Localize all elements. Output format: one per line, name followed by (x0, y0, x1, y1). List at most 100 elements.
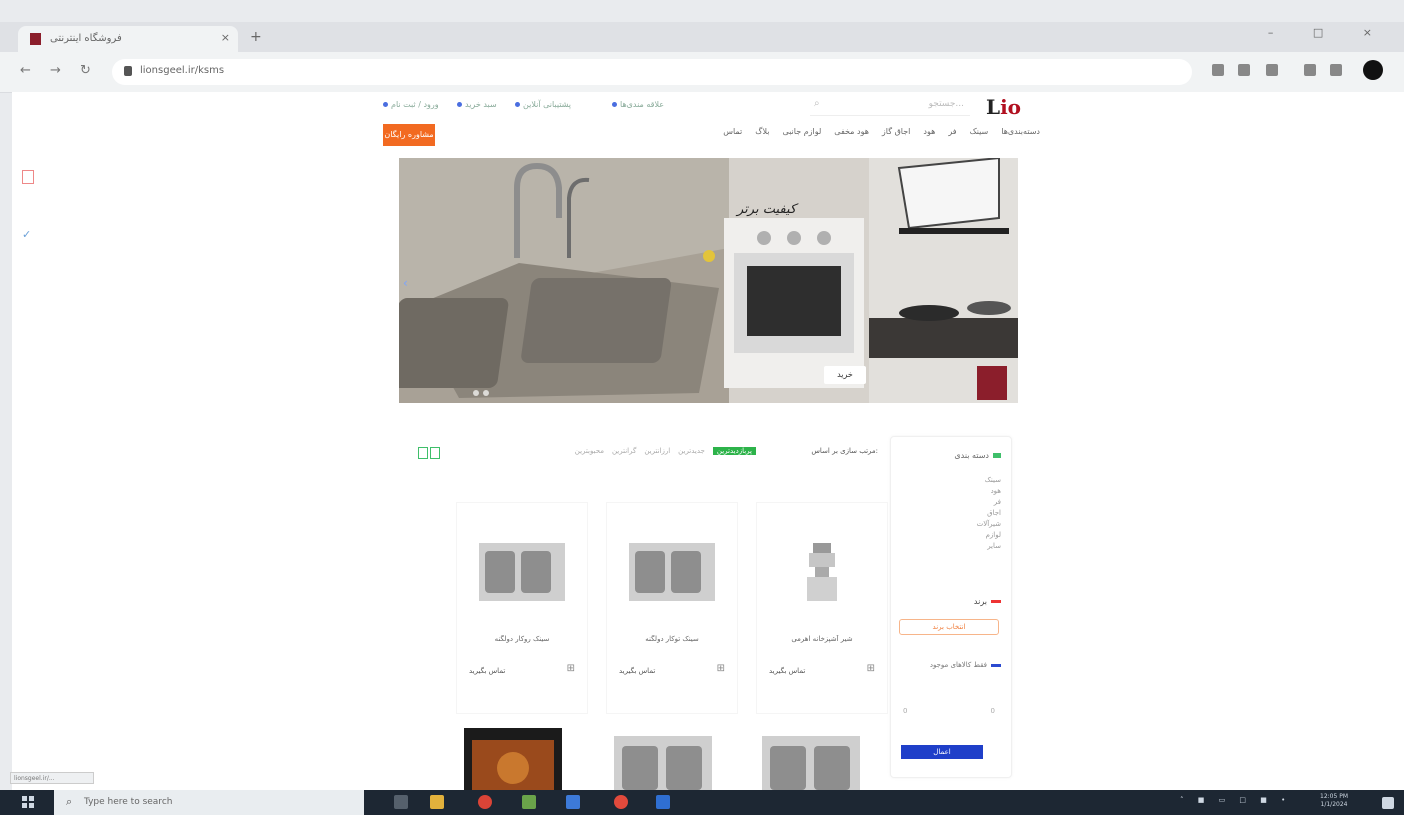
availability-toggle[interactable]: فقط کالاهای موجود (930, 661, 1001, 669)
add-to-cart-icon[interactable]: ⊞ (867, 663, 875, 674)
filter-title: دسته بندی (954, 451, 1001, 460)
sort-label: مرتب سازی بر اساس: (811, 447, 878, 455)
clock-time: 12:05 PM (1320, 793, 1348, 800)
search-icon: ⌕ (814, 98, 820, 109)
range-min[interactable]: 0 (903, 707, 907, 715)
category-item[interactable]: اجاق (977, 508, 1001, 519)
category-item[interactable]: فر (977, 497, 1001, 508)
system-tray[interactable]: ˄ ■ ▭ □ ■ • (1180, 796, 1291, 804)
product-name[interactable]: سینک توکار دولگنه (613, 635, 731, 643)
bookmark-star-icon[interactable] (1266, 64, 1278, 76)
notifications-icon[interactable] (1382, 797, 1394, 809)
product-listing: دسته بندی سینک هود فر اجاق شیرآلات لوازم… (400, 430, 1012, 790)
apply-filter-button[interactable]: اعمال (901, 745, 983, 759)
hero-banner[interactable]: کیفیت برتر خرید ‹ (399, 158, 1018, 403)
nav-item-categories[interactable]: دسته‌بندی‌ها (1001, 127, 1040, 136)
check-icon[interactable]: ✓ (22, 228, 31, 241)
site-logo[interactable]: Lio (986, 95, 1021, 119)
product-image (614, 736, 712, 790)
category-item[interactable]: شیرآلات (977, 519, 1001, 530)
range-max[interactable]: 0 (991, 707, 995, 715)
filter-accent-icon (993, 453, 1001, 458)
product-card[interactable]: سینک روکار دولگنه تماس بگیرید ⊞ (456, 502, 588, 714)
category-item[interactable]: هود (977, 486, 1001, 497)
nav-item-hood[interactable]: هود (923, 127, 935, 136)
taskbar-search[interactable]: ⌕ Type here to search (54, 790, 364, 815)
sort-option-popular[interactable]: محبوبترین (575, 447, 604, 455)
profile-avatar[interactable] (1363, 60, 1383, 80)
product-image (629, 543, 715, 601)
app-icon[interactable] (522, 795, 536, 809)
new-tab-button[interactable]: + (250, 29, 262, 45)
file-explorer-icon[interactable] (430, 795, 444, 809)
app-icon[interactable] (656, 795, 670, 809)
nav-item-contact[interactable]: تماس (723, 127, 742, 136)
logo-main: L (986, 95, 1001, 119)
search-icon: ⌕ (66, 795, 73, 808)
app-icon[interactable] (566, 795, 580, 809)
hero-caption: کیفیت برتر (737, 202, 797, 217)
extensions-icon[interactable] (1304, 64, 1316, 76)
product-name[interactable]: سینک روکار دولگنه (463, 635, 581, 643)
category-item[interactable]: سینک (977, 475, 1001, 486)
carousel-dot[interactable] (473, 390, 479, 396)
site-favicon-icon (30, 33, 41, 45)
side-panel-icon[interactable] (1330, 64, 1342, 76)
address-bar[interactable]: lionsgeel.ir/ksms (112, 59, 1192, 85)
pin-icon[interactable] (22, 170, 34, 184)
carousel-dot[interactable] (483, 390, 489, 396)
sort-option-expensive[interactable]: گرانترین (612, 447, 636, 455)
product-image (464, 728, 562, 790)
category-item[interactable]: سایر (977, 541, 1001, 552)
zoom-icon[interactable] (1212, 64, 1224, 76)
nav-item-blog[interactable]: بلاگ (755, 127, 769, 136)
sort-option-cheapest[interactable]: ارزانترین (644, 447, 670, 455)
browser-tab[interactable]: فروشگاه اینترنتی × (18, 26, 238, 52)
hero-shop-button[interactable]: خرید (824, 366, 866, 384)
close-tab-icon[interactable]: × (221, 31, 230, 44)
window-controls[interactable]: – □ × (1268, 26, 1390, 39)
carousel-prev-icon[interactable]: ‹ (403, 276, 408, 290)
taskbar-search-placeholder: Type here to search (84, 797, 173, 807)
add-to-cart-icon[interactable]: ⊞ (717, 663, 725, 674)
view-toggle[interactable] (418, 447, 440, 459)
sort-option-newest[interactable]: جدیدترین (678, 447, 705, 455)
hero-image (399, 158, 1018, 403)
category-item[interactable]: لوازم (977, 530, 1001, 541)
nav-item-sink[interactable]: سینک (970, 127, 989, 136)
nav-item-oven[interactable]: فر (948, 127, 956, 136)
brand-select[interactable]: انتخاب برند (899, 619, 999, 635)
nav-item-accessories[interactable]: لوازم جانبی (782, 127, 821, 136)
product-price: تماس بگیرید (619, 667, 656, 675)
back-arrow-icon[interactable]: ← (20, 63, 31, 78)
price-range[interactable]: 0 0 (899, 707, 999, 721)
reload-icon[interactable]: ↻ (80, 63, 91, 78)
product-card[interactable]: سینک توکار دولگنه تماس بگیرید ⊞ (606, 502, 738, 714)
consult-button[interactable]: مشاوره رایگان (383, 124, 435, 146)
install-app-icon[interactable] (1238, 64, 1250, 76)
product-image (807, 543, 837, 601)
nav-item-gas-hob[interactable]: اجاق گاز (882, 127, 910, 136)
forward-arrow-icon[interactable]: → (50, 63, 61, 78)
tab-title: فروشگاه اینترنتی (50, 33, 122, 44)
windows-start-icon[interactable] (22, 796, 34, 808)
product-name[interactable]: شیر آشپزخانه اهرمی (763, 635, 881, 643)
login-link[interactable]: ورود / ثبت نام (383, 100, 439, 109)
taskbar-clock[interactable]: 12:05 PM 1/1/2024 (1320, 793, 1348, 809)
support-link[interactable]: پشتیبانی آنلاین (515, 100, 571, 109)
chrome-icon[interactable] (478, 795, 492, 809)
site-search-input[interactable]: ⌕ جستجو... (810, 97, 970, 116)
carousel-dots[interactable] (471, 388, 491, 399)
nav-item-hidden-hood[interactable]: هود مخفی (834, 127, 869, 136)
list-view-icon[interactable] (430, 447, 440, 459)
grid-view-icon[interactable] (418, 447, 428, 459)
site-search-placeholder: جستجو... (928, 99, 964, 109)
app-icon[interactable] (614, 795, 628, 809)
cart-link[interactable]: سبد خرید (457, 100, 497, 109)
product-card[interactable]: شیر آشپزخانه اهرمی تماس بگیرید ⊞ (756, 502, 888, 714)
product-image (762, 736, 860, 790)
add-to-cart-icon[interactable]: ⊞ (567, 663, 575, 674)
favorites-link[interactable]: علاقه مندی‌ها (612, 100, 664, 109)
task-view-icon[interactable] (394, 795, 408, 809)
sort-option-bestselling[interactable]: پربازدیدترین (712, 447, 756, 455)
